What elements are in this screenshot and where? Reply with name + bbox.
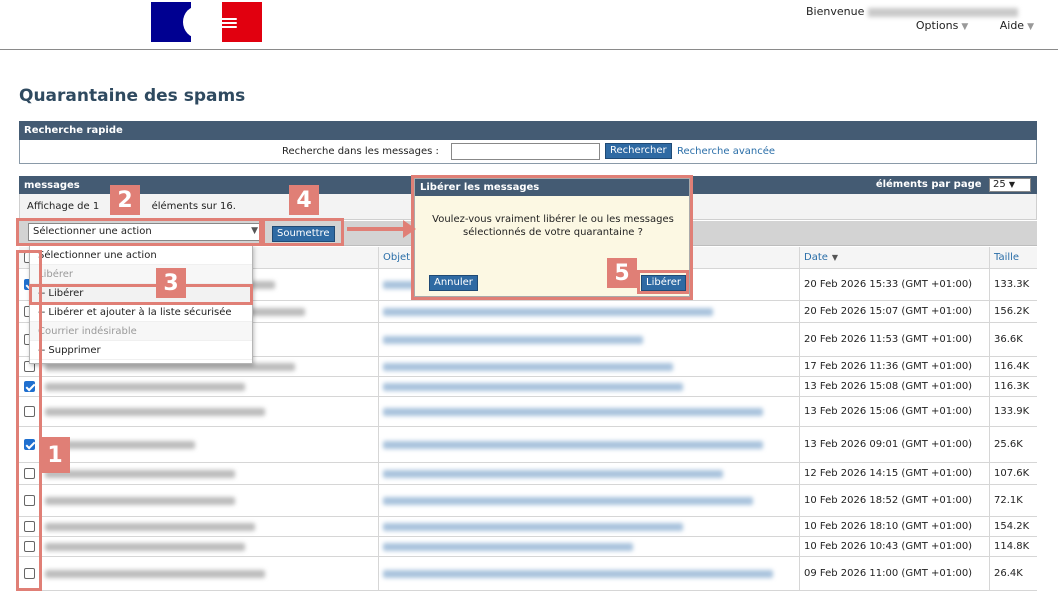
search-button[interactable]: Rechercher: [605, 143, 672, 159]
row-size: 154.2K: [994, 521, 1030, 532]
dropdown-group-junk: Courrier indésirable: [30, 322, 252, 341]
user-email-blurred: [868, 7, 1019, 17]
dropdown-item-delete[interactable]: -- Supprimer: [30, 341, 252, 360]
column-date[interactable]: Date ▼: [800, 247, 990, 268]
row-date: 13 Feb 2026 15:06 (GMT +01:00): [800, 397, 990, 426]
table-row[interactable]: 10 Feb 2026 18:10 (GMT +01:00) 154.2K: [19, 517, 1037, 537]
row-size: 133.3K: [994, 279, 1030, 290]
quick-search-panel: Recherche dans les messages : Rechercher…: [19, 140, 1037, 164]
row-from-blurred: [41, 537, 379, 556]
row-size: 116.4K: [994, 361, 1030, 372]
row-size: 116.3K: [994, 381, 1030, 392]
table-row[interactable]: 09 Feb 2026 11:00 (GMT +01:00) 26.4K: [19, 557, 1037, 591]
republique-francaise-logo: [151, 2, 262, 42]
row-size: 156.2K: [994, 306, 1030, 317]
row-date: 13 Feb 2026 09:01 (GMT +01:00): [800, 427, 990, 462]
search-input[interactable]: [451, 143, 600, 160]
row-subject-blurred[interactable]: [379, 557, 800, 590]
row-subject-blurred[interactable]: [379, 397, 800, 426]
row-from-blurred: [41, 517, 379, 536]
row-from-blurred: [41, 427, 379, 462]
row-date: 10 Feb 2026 18:52 (GMT +01:00): [800, 485, 990, 516]
annotation-frame-release-option: [29, 284, 253, 305]
annotation-arrow-line: [347, 227, 405, 231]
annotation-frame-submit: [262, 218, 344, 246]
row-from-blurred: [41, 463, 379, 484]
page-title: Quarantaine des spams: [19, 86, 246, 106]
annotation-frame-confirm: [637, 270, 689, 294]
row-date: 20 Feb 2026 15:33 (GMT +01:00): [800, 269, 990, 300]
chevron-down-icon: ▼: [1008, 180, 1016, 189]
quick-search-header: Recherche rapide: [19, 121, 1037, 140]
row-date: 13 Feb 2026 15:08 (GMT +01:00): [800, 377, 990, 396]
row-date: 10 Feb 2026 18:10 (GMT +01:00): [800, 517, 990, 536]
row-size: 72.1K: [994, 495, 1023, 506]
chevron-down-icon: ▼: [1027, 22, 1034, 32]
annotation-badge-4: 4: [289, 185, 319, 215]
row-subject-blurred[interactable]: [379, 485, 800, 516]
row-date: 10 Feb 2026 10:43 (GMT +01:00): [800, 537, 990, 556]
row-subject-blurred[interactable]: [379, 357, 800, 376]
row-from-blurred: [41, 397, 379, 426]
column-size[interactable]: Taille: [990, 247, 1037, 268]
row-subject-blurred[interactable]: [379, 537, 800, 556]
advanced-search-link[interactable]: Recherche avancée: [677, 146, 775, 157]
row-size: 107.6K: [994, 468, 1030, 479]
per-page-control: éléments par page 25 ▼: [876, 178, 1031, 192]
table-row[interactable]: 13 Feb 2026 09:01 (GMT +01:00) 25.6K: [19, 427, 1037, 463]
row-date: 09 Feb 2026 11:00 (GMT +01:00): [800, 557, 990, 590]
row-date: 20 Feb 2026 15:07 (GMT +01:00): [800, 301, 990, 322]
row-date: 17 Feb 2026 11:36 (GMT +01:00): [800, 357, 990, 376]
row-date: 12 Feb 2026 14:15 (GMT +01:00): [800, 463, 990, 484]
row-subject-blurred[interactable]: [379, 301, 800, 322]
annotation-badge-1: 1: [40, 437, 70, 473]
dropdown-item-select-action[interactable]: Sélectionner une action: [30, 246, 252, 265]
options-menu[interactable]: Options ▼: [902, 19, 968, 32]
dropdown-group-release: Libérer: [30, 265, 252, 284]
row-from-blurred: [41, 557, 379, 590]
row-size: 114.8K: [994, 541, 1030, 552]
table-row[interactable]: 10 Feb 2026 18:52 (GMT +01:00) 72.1K: [19, 485, 1037, 517]
chevron-down-icon: ▼: [961, 22, 969, 32]
annotation-arrow-head: [403, 220, 416, 238]
welcome-text: Bienvenue: [806, 5, 1019, 18]
annotation-frame-action-select: [16, 218, 262, 246]
per-page-select[interactable]: 25 ▼: [989, 178, 1031, 192]
row-subject-blurred[interactable]: [379, 377, 800, 396]
row-size: 26.4K: [994, 568, 1023, 579]
table-row[interactable]: 13 Feb 2026 15:06 (GMT +01:00) 133.9K: [19, 397, 1037, 427]
row-subject-blurred[interactable]: [379, 517, 800, 536]
dropdown-item-release-and-safelist[interactable]: -- Libérer et ajouter à la liste sécuris…: [30, 303, 252, 322]
row-subject-blurred[interactable]: [379, 323, 800, 356]
annotation-badge-3: 3: [156, 268, 186, 298]
row-date: 20 Feb 2026 11:53 (GMT +01:00): [800, 323, 990, 356]
row-from-blurred: [41, 377, 379, 396]
table-row[interactable]: 12 Feb 2026 14:15 (GMT +01:00) 107.6K: [19, 463, 1037, 485]
annotation-badge-2: 2: [110, 185, 140, 215]
annotation-badge-5: 5: [607, 258, 637, 288]
row-size: 133.9K: [994, 406, 1030, 417]
sort-desc-icon: ▼: [831, 253, 839, 262]
help-menu[interactable]: Aide ▼: [986, 19, 1034, 32]
row-from-blurred: [41, 485, 379, 516]
table-row[interactable]: 13 Feb 2026 15:08 (GMT +01:00) 116.3K: [19, 377, 1037, 397]
top-bar: Bienvenue Options ▼ Aide ▼: [0, 0, 1058, 50]
search-label: Recherche dans les messages :: [282, 146, 439, 157]
row-subject-blurred[interactable]: [379, 427, 800, 462]
top-menu: Options ▼ Aide ▼: [888, 19, 1034, 32]
table-row[interactable]: 10 Feb 2026 10:43 (GMT +01:00) 114.8K: [19, 537, 1037, 557]
row-size: 36.6K: [994, 334, 1023, 345]
row-subject-blurred[interactable]: [379, 463, 800, 484]
row-size: 25.6K: [994, 439, 1023, 450]
